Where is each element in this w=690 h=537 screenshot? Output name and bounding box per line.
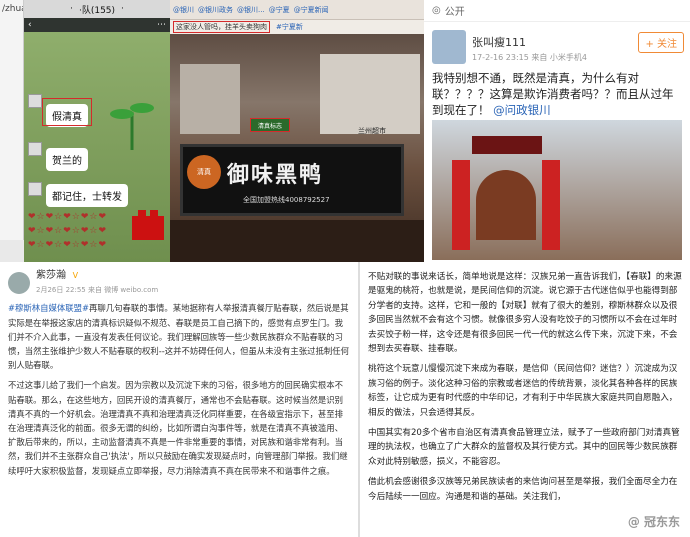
pixel-heart-icon [132, 210, 164, 240]
browser-tab[interactable]: /zhua [0, 0, 23, 18]
mention-link[interactable]: @问政银川 [493, 103, 551, 117]
mention-tags-bar: @银川 @银川政务 @银川... @宁夏 @宁夏新闻 [170, 0, 424, 20]
shop-hotline: 全国加盟热线4008792527 [243, 196, 330, 204]
watermark: @ 冠东东 [627, 514, 680, 529]
article-paragraph: 不贴对联的事说来话长，简单地说是这样：汉族兄弟一直告诉我们，【春联】的来源是驱鬼… [368, 272, 682, 355]
avatar[interactable] [8, 271, 30, 294]
paragraph-text: 再聊几句春联的事情。某地据称有人举报清真餐厅贴春联，然后说是其实际是在举报这家店… [8, 303, 350, 371]
article-paragraph: 中国其实有20多个省市自治区有清真食品管理立法，赋予了一些政府部门对清真管理的执… [368, 428, 680, 467]
shop-logo: 清真 [187, 155, 221, 189]
shop-door [476, 170, 536, 240]
post-header: ◎ 公开 [424, 0, 690, 22]
mention-tag[interactable]: @银川... [237, 5, 265, 15]
follow-button[interactable]: + 关注 [638, 32, 684, 53]
post-subtitle-text: 这家没人管吗，挂羊头卖狗肉 [173, 21, 270, 33]
avatar[interactable] [28, 182, 42, 196]
browser-tab-strip: /zhua [0, 0, 24, 240]
verified-badge: V [72, 271, 79, 280]
post-photo[interactable] [432, 120, 682, 260]
neighbor-sign: 兰州超市 [358, 127, 386, 135]
chat-title-bar: ‹ ⋯ [24, 18, 170, 32]
mention-tag[interactable]: @银川 [173, 5, 194, 15]
post-content: 我特别想不通，既然是清真，为什么有对联？？？？这算是欺诈消费者吗？？而且从过年到… [432, 70, 682, 118]
mention-tag[interactable]: @宁夏新闻 [294, 5, 329, 15]
emoji-row: ❤☆❤☆❤☆❤☆❤ [28, 226, 107, 236]
article-left: 紫莎瀚 V 2月26日 22:55 来自 微博 weibo.com #穆斯林自媒… [0, 262, 358, 537]
avatar[interactable] [28, 94, 42, 108]
chat-body: 假清真 贺兰的 都记住，士转发 ❤☆❤☆❤☆❤☆❤ ❤☆❤☆❤☆❤☆❤ ❤☆❤☆… [24, 32, 170, 262]
hashtag-link[interactable]: #穆斯林自媒体联盟# [8, 303, 89, 313]
article-paragraph: 借此机会感谢很多汉族等兄弟民族读者的来信询问甚至是举报，我们全面尽全力在今后陆续… [368, 477, 678, 502]
post-subtitle: 这家没人管吗，挂羊头卖狗肉 #宁夏新 [170, 20, 424, 34]
building [320, 54, 420, 134]
chat-message: 贺兰的 [46, 148, 88, 171]
chat-status-right: · [121, 4, 124, 14]
hashtag-link[interactable]: #宁夏新 [276, 22, 303, 32]
shop-name: 御味黑鸭 [227, 163, 324, 188]
avatar[interactable] [28, 142, 42, 156]
author-row: 紫莎瀚 V 2月26日 22:55 来自 微博 weibo.com [8, 268, 350, 297]
post-meta: 17-2-16 23:15 来自 小米手机4 [472, 53, 587, 62]
article-paragraph: 桃符这个玩意儿慢慢沉淀下来成为春联，是信仰（民间信仰？迷信？）沉淀成为汉族习俗的… [368, 364, 678, 418]
small-halal-sign: 清真标志 [250, 118, 290, 132]
globe-icon: ◎ [432, 5, 441, 16]
article-paragraph: #穆斯林自媒体联盟#再聊几句春联的事情。某地据称有人举报清真餐厅贴春联，然后说是… [8, 301, 350, 372]
shop-signboard: 清真 御味黑鸭 全国加盟热线4008792527 [180, 144, 404, 216]
couplet-right [542, 160, 560, 250]
shop-photo-post: @银川 @银川政务 @银川... @宁夏 @宁夏新闻 这家没人管吗，挂羊头卖狗肉… [170, 0, 424, 262]
article-paragraph: 不过这事儿给了我们一个启发。因为宗教以及沉淀下来的习俗，很多地方的回民确实根本不… [8, 380, 348, 476]
couplet-left [452, 160, 470, 250]
storefront [170, 220, 424, 262]
visibility-label: 公开 [444, 7, 465, 18]
weibo-post: ◎ 公开 张叫瘦111 17-2-16 23:15 来自 小米手机4 + 关注 … [424, 0, 690, 262]
mention-tag[interactable]: @银川政务 [198, 5, 233, 15]
group-menu-icon[interactable]: ⋯ [157, 20, 166, 30]
chat-message: 都记住，士转发 [46, 184, 128, 207]
highlight-box [42, 98, 92, 126]
chat-status-left: · [70, 4, 73, 14]
building [180, 64, 240, 134]
shop-photo: 清真标志 兰州超市 清真 御味黑鸭 全国加盟热线4008792527 [170, 34, 424, 262]
chat-group-title: ·队(155) [78, 5, 116, 16]
article-right: 不贴对联的事说来话长，简单地说是这样：汉族兄弟一直告诉我们，【春联】的来源是驱鬼… [358, 262, 690, 537]
emoji-row: ❤☆❤☆❤☆❤☆❤ [28, 212, 107, 222]
avatar[interactable] [432, 30, 466, 64]
mention-tag[interactable]: @宁夏 [269, 5, 290, 15]
chat-screenshot: · ·队(155) · ‹ ⋯ 假清真 贺兰的 都记住，士转发 ❤☆❤☆❤☆❤☆… [24, 0, 170, 262]
back-arrow-icon[interactable]: ‹ [28, 20, 32, 30]
post-text: 我特别想不通，既然是清真，为什么有对联？？？？这算是欺诈消费者吗？？而且从过年到… [432, 71, 674, 117]
emoji-row: ❤☆❤☆❤☆❤☆❤ [28, 240, 107, 250]
post-username[interactable]: 张叫瘦111 [472, 34, 526, 50]
author-name[interactable]: 紫莎瀚 [36, 270, 66, 281]
shop-sign [472, 136, 542, 154]
chat-status-bar: · ·队(155) · [24, 0, 170, 18]
plant-sticker-icon [110, 103, 154, 150]
post-meta: 2月26日 22:55 来自 微博 weibo.com [36, 286, 159, 295]
